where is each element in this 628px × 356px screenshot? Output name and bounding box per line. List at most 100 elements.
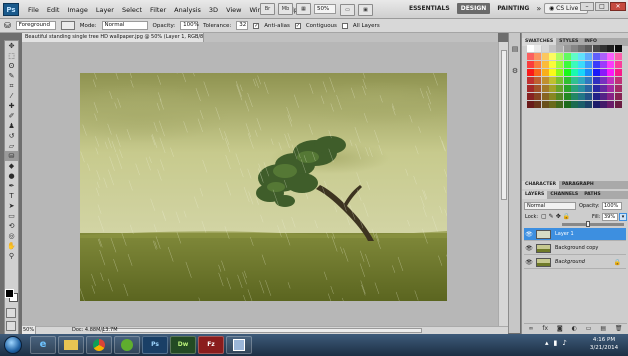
ie-icon[interactable]: e [30,336,56,354]
color-swatch[interactable] [556,61,564,68]
layer-opacity-field[interactable]: 100% [602,202,622,210]
color-swatch[interactable] [592,77,600,84]
color-swatch[interactable] [548,61,556,68]
tab-paths[interactable]: PATHS [581,191,603,199]
tab-layers[interactable]: LAYERS [522,191,548,199]
color-swatch[interactable] [563,69,571,76]
color-swatch[interactable] [556,85,564,92]
start-button[interactable] [4,336,22,354]
color-swatch[interactable] [570,93,578,100]
color-swatch[interactable] [578,61,586,68]
tab-channels[interactable]: CHANNELS [547,191,581,199]
maximize-icon[interactable]: □ [595,2,609,11]
color-swatch[interactable] [585,61,593,68]
actions-panel-icon[interactable]: ⚙ [510,67,520,77]
color-swatch[interactable] [527,61,534,68]
close-icon[interactable]: ✕ [610,2,626,11]
dreamweaver-icon[interactable]: Dw [170,336,196,354]
color-swatch[interactable] [534,77,542,84]
color-swatch[interactable] [534,93,542,100]
healing-brush-tool-icon[interactable]: ✚ [5,101,18,111]
brush-tool-icon[interactable]: ✐ [5,111,18,121]
zoom-field[interactable]: 50% [22,326,36,334]
document-image[interactable] [80,73,447,301]
color-swatch[interactable] [585,69,593,76]
fill-slider[interactable] [562,223,624,226]
more-workspaces-icon[interactable]: » [536,4,541,13]
network-icon[interactable]: ▮ [554,339,558,347]
color-swatch[interactable] [563,45,571,52]
color-swatch[interactable] [541,45,549,52]
history-brush-tool-icon[interactable]: ↺ [5,131,18,141]
color-swatch[interactable] [570,61,578,68]
color-swatch[interactable] [541,93,549,100]
color-swatch[interactable] [541,69,549,76]
color-swatch[interactable] [563,85,571,92]
color-swatch[interactable] [548,45,556,52]
shape-tool-icon[interactable]: ▭ [5,211,18,221]
color-swatch[interactable] [563,93,571,100]
color-swatch[interactable] [585,85,593,92]
color-swatch[interactable] [607,69,615,76]
color-swatch[interactable] [600,101,607,108]
color-swatch[interactable] [527,77,534,84]
app-icon[interactable] [226,336,252,354]
pattern-swatch[interactable] [60,21,75,30]
visibility-eye-icon[interactable]: 👁 [525,242,533,255]
color-swatch[interactable] [548,93,556,100]
color-swatch[interactable] [570,53,578,60]
color-swatch[interactable] [585,45,593,52]
color-swatch[interactable] [556,93,564,100]
color-swatch[interactable] [592,45,600,52]
filezilla-icon[interactable]: Fz [198,336,224,354]
show-hidden-icons-icon[interactable]: ▴ [545,339,549,347]
menu-filter[interactable]: Filter [146,6,170,14]
color-swatch[interactable] [556,53,564,60]
color-swatch[interactable] [527,85,534,92]
color-swatch[interactable] [563,101,571,108]
color-swatch[interactable] [563,61,571,68]
menu-select[interactable]: Select [118,6,146,14]
launch-bridge-button[interactable]: Br [260,3,275,15]
color-swatch[interactable] [556,69,564,76]
color-swatch[interactable] [614,69,622,76]
menu-view[interactable]: View [222,6,245,14]
vertical-scroll-thumb[interactable] [501,50,507,200]
menu-image[interactable]: Image [63,6,91,14]
menu-layer[interactable]: Layer [92,6,118,14]
color-swatch[interactable] [614,53,622,60]
color-swatch[interactable] [548,85,556,92]
color-swatch[interactable] [607,101,615,108]
color-swatch[interactable] [570,85,578,92]
screen-mode-button[interactable]: ▣ [358,4,373,16]
color-swatch[interactable] [527,45,534,52]
opacity-field[interactable]: 100% [180,21,199,30]
menu-3d[interactable]: 3D [205,6,222,14]
color-swatch[interactable] [578,101,586,108]
color-swatch[interactable] [600,77,607,84]
layer-row-background[interactable]: 👁 Background 🔒 [524,256,626,269]
visibility-eye-icon[interactable]: 👁 [525,256,533,269]
workspace-design[interactable]: DESIGN [456,3,491,14]
color-swatch[interactable] [607,61,615,68]
eraser-tool-icon[interactable]: ▱ [5,141,18,151]
color-swatch[interactable] [614,45,622,52]
color-swatch[interactable] [600,53,607,60]
color-swatch[interactable] [585,77,593,84]
link-layers-icon[interactable]: ∞ [528,324,533,332]
color-swatch[interactable] [541,61,549,68]
color-swatch[interactable] [614,77,622,84]
menu-analysis[interactable]: Analysis [170,6,205,14]
lock-transparency-icon[interactable]: ▢ [541,213,547,221]
fill-field[interactable]: 39% [602,213,618,221]
quick-selection-tool-icon[interactable]: ✎ [5,71,18,81]
color-swatch[interactable] [548,53,556,60]
adjustment-layer-icon[interactable]: ◐ [572,324,577,332]
move-tool-icon[interactable]: ✥ [5,41,18,51]
color-swatch[interactable] [578,53,586,60]
color-swatch[interactable] [578,45,586,52]
workspace-painting[interactable]: PAINTING [493,3,533,14]
color-swatch[interactable] [556,45,564,52]
marquee-tool-icon[interactable]: ⬚ [5,51,18,61]
color-swatch[interactable] [563,53,571,60]
